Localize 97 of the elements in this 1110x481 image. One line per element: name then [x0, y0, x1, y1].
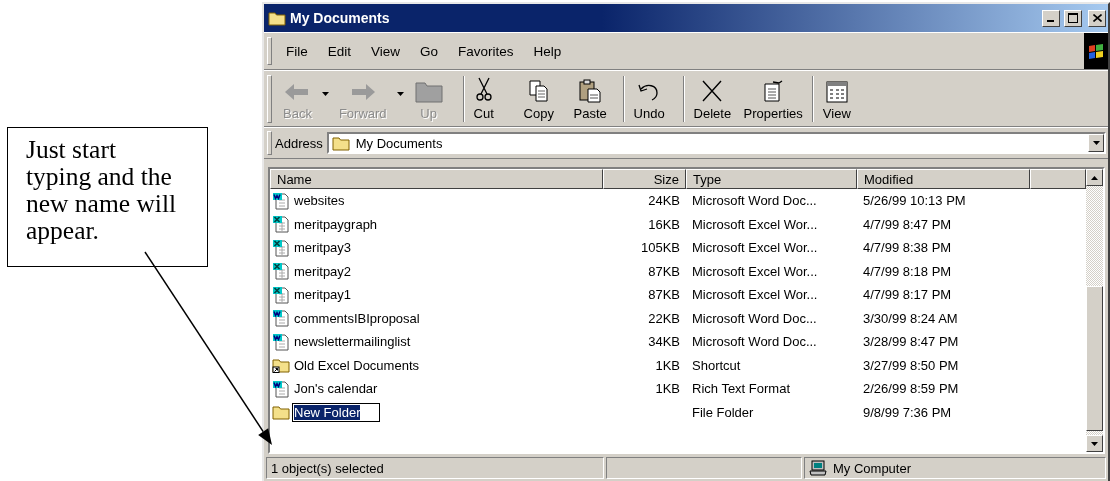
table-cell: 1KB — [655, 357, 680, 373]
windows-flag-logo — [1084, 33, 1108, 69]
folder-icon — [331, 135, 350, 151]
table-cell: Microsoft Word Doc... — [692, 193, 817, 209]
file-name[interactable]: meritpay2 — [292, 263, 354, 279]
address-field[interactable]: My Documents — [326, 132, 1106, 154]
dropdown-button[interactable] — [1088, 134, 1104, 152]
column-header[interactable]: Modified — [857, 169, 1030, 189]
table-cell: 4/7/99 8:18 PM — [863, 263, 952, 279]
computer-icon — [809, 460, 827, 476]
status-text: 1 object(s) selected — [271, 460, 384, 476]
caret-icon — [1092, 141, 1100, 145]
caret-icon — [1091, 441, 1098, 446]
table-cell: 4/7/99 8:47 PM — [863, 216, 952, 232]
table-cell: Microsoft Excel Wor... — [692, 287, 818, 303]
window-title: My Documents — [290, 10, 391, 26]
view-grid-icon — [825, 80, 848, 103]
maximize-icon — [1068, 13, 1078, 23]
table-cell: Microsoft Word Doc... — [692, 310, 817, 326]
menu-item[interactable]: Favorites — [450, 41, 522, 61]
table-cell: 24KB — [648, 193, 680, 209]
scrollbar[interactable] — [1086, 169, 1103, 452]
file-name[interactable]: commentsIBIproposal — [292, 310, 422, 326]
table-cell: File Folder — [692, 404, 754, 420]
caret-icon — [396, 91, 404, 96]
table-cell: 3/27/99 8:50 PM — [863, 357, 959, 373]
table-cell: Rich Text Format — [692, 381, 790, 397]
menu-item[interactable]: Go — [412, 41, 447, 61]
file-name[interactable]: Jon's calendar — [292, 381, 380, 397]
file-name[interactable]: meritpaygraph — [292, 216, 380, 232]
clipboard-icon — [578, 78, 603, 103]
toolbar-button[interactable]: Cut — [468, 74, 519, 123]
toolbar-button[interactable]: Copy — [518, 74, 569, 123]
spreadsheet-icon — [272, 285, 290, 304]
spreadsheet-icon — [272, 262, 290, 281]
close-icon — [1092, 14, 1102, 22]
menu-item[interactable]: View — [363, 41, 409, 61]
table-cell: 4/7/99 8:38 PM — [863, 240, 952, 256]
table-cell: 34KB — [648, 334, 680, 350]
caret-icon — [321, 91, 329, 96]
column-header[interactable]: Size — [603, 169, 686, 189]
table-cell: 3/30/99 8:24 AM — [863, 310, 958, 326]
file-name[interactable]: Old Excel Documents — [292, 357, 421, 373]
document-icon — [272, 191, 290, 210]
table-cell: Microsoft Excel Wor... — [692, 216, 818, 232]
table-cell: 2/26/99 8:59 PM — [863, 381, 959, 397]
toolbar-button[interactable]: Delete — [688, 74, 739, 123]
table-cell: 105KB — [640, 240, 680, 256]
menu-item[interactable]: Edit — [319, 41, 360, 61]
toolbar-button[interactable]: Properties — [738, 74, 808, 123]
spreadsheet-icon — [272, 238, 290, 257]
caret-icon — [1091, 175, 1098, 180]
callout-text: Just start typing and the new name will appear. — [7, 127, 208, 267]
status-text: My Computer — [833, 460, 912, 476]
address-label: Address — [275, 135, 324, 151]
table-cell: 16KB — [648, 216, 680, 232]
close-button[interactable] — [1088, 9, 1106, 27]
folder-shortcut-icon — [272, 357, 290, 374]
file-name[interactable]: meritpay3 — [292, 240, 354, 256]
spreadsheet-icon — [272, 215, 290, 234]
scroll-down-button[interactable] — [1086, 435, 1103, 452]
column-header[interactable]: Type — [686, 169, 857, 189]
document-icon — [272, 332, 290, 351]
folder-icon — [272, 404, 290, 421]
table-cell: 5/26/99 10:13 PM — [863, 193, 966, 209]
toolbar-button[interactable]: Paste — [568, 74, 619, 123]
file-name[interactable]: meritpay1 — [292, 287, 354, 303]
file-name[interactable]: websites — [292, 193, 347, 209]
menu-item[interactable]: Help — [525, 41, 570, 61]
maximize-button[interactable] — [1064, 9, 1082, 27]
rename-field[interactable]: New Folder — [292, 402, 380, 422]
document-icon — [272, 309, 290, 328]
toolbar-button[interactable]: View — [817, 74, 868, 123]
folder-icon — [268, 10, 286, 26]
table-cell: 22KB — [648, 310, 680, 326]
table-cell: Microsoft Excel Wor... — [692, 263, 818, 279]
table-cell: 1KB — [655, 381, 680, 397]
table-cell: Microsoft Excel Wor... — [692, 240, 818, 256]
column-header[interactable]: Name — [270, 169, 603, 189]
scroll-thumb[interactable] — [1086, 286, 1103, 431]
toolbar-button[interactable]: Undo — [628, 74, 679, 123]
address-text: My Documents — [355, 135, 444, 151]
menu-item[interactable]: File — [278, 41, 316, 61]
table-cell: 4/7/99 8:17 PM — [863, 287, 952, 303]
copy-icon — [527, 78, 550, 103]
scissors-icon — [473, 76, 494, 103]
table-cell: 9/8/99 7:36 PM — [863, 404, 952, 420]
table-cell: 87KB — [648, 263, 680, 279]
document-icon — [272, 379, 290, 398]
minimize-button[interactable] — [1042, 9, 1060, 27]
table-cell: Microsoft Word Doc... — [692, 334, 817, 350]
scroll-up-button[interactable] — [1086, 169, 1103, 186]
table-cell: Shortcut — [692, 357, 741, 373]
table-cell: 87KB — [648, 287, 680, 303]
file-name[interactable]: newslettermailinglist — [292, 334, 413, 350]
column-header[interactable] — [1030, 169, 1086, 189]
table-cell: 3/28/99 8:47 PM — [863, 334, 959, 350]
